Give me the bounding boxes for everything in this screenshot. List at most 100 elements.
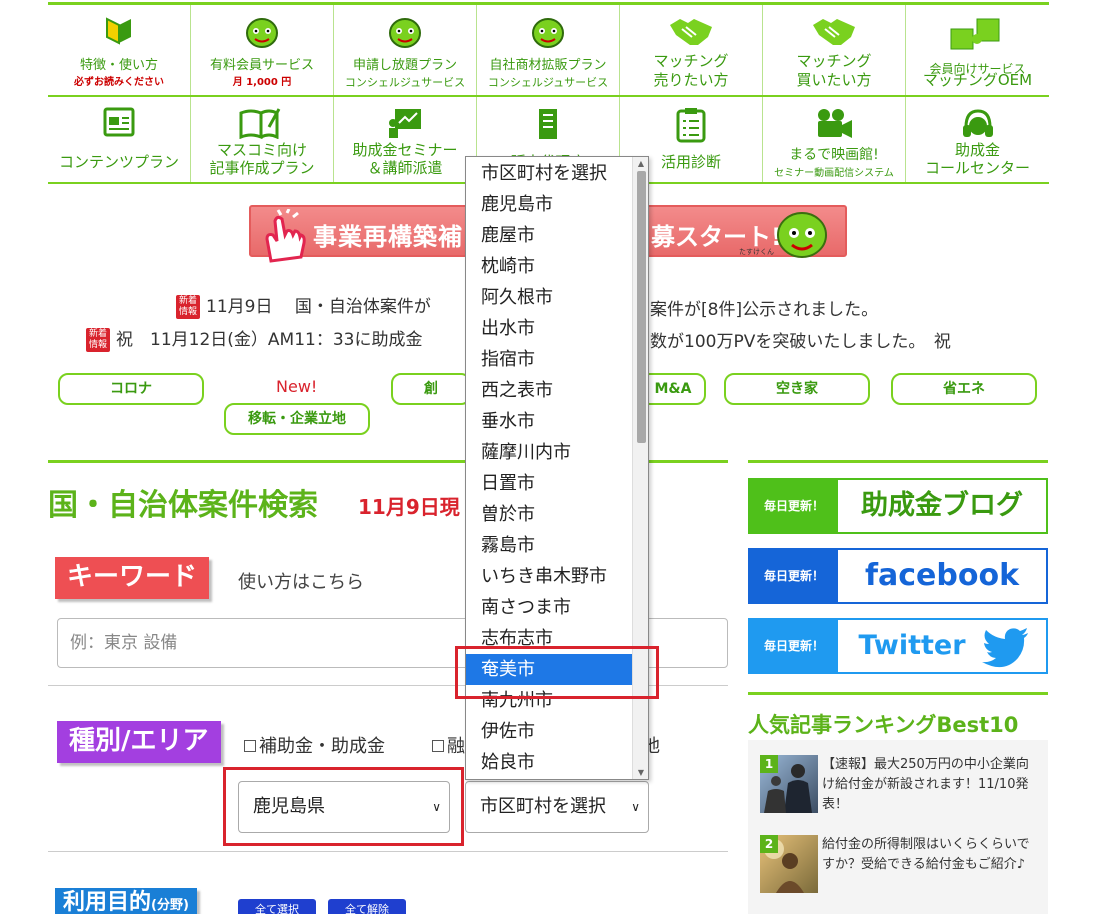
area-label: 種別/エリア xyxy=(57,721,221,763)
nav-item-sublabel: 売りたい方 xyxy=(653,71,729,89)
clipboard-icon xyxy=(676,107,706,147)
handshake-icon xyxy=(811,15,857,53)
checkbox-subsidy-label: 補助金・助成金 xyxy=(259,736,385,757)
nav-item-label: 申請し放題プラン xyxy=(352,58,457,73)
building-icon xyxy=(536,107,560,145)
daily-update-label: 毎日更新！ xyxy=(750,620,838,672)
blog-label: 助成金ブログ xyxy=(861,490,1023,521)
nav-item-1-6[interactable]: マッチング 買いたい方 xyxy=(763,5,906,95)
content-icon xyxy=(103,107,135,141)
nav-item-label: マスコミ向け xyxy=(216,141,307,159)
ranking-text: 給付金の所得制限はいくらくらいですか？受給できる給付金もご紹介♪ xyxy=(822,837,1030,872)
tag-relocation[interactable]: 移転・企業立地 xyxy=(224,403,370,435)
nav-item-sublabel: コンシェルジュサービス xyxy=(487,76,609,89)
twitter-button[interactable]: 毎日更新！ Twitter xyxy=(748,618,1048,674)
news-item-2-left: 祝 11月12日(金）AM11：33に助成金 xyxy=(116,330,423,350)
dropdown-option[interactable]: 曽於市 xyxy=(466,499,632,530)
checkbox-box[interactable] xyxy=(432,740,444,752)
ranking-text: 【速報】最大250万円の中小企業向け給付金が新設されます！11/10発表！ xyxy=(822,757,1029,812)
ranking-list: 1 【速報】最大250万円の中小企業向け給付金が新設されます！11/10発表！ … xyxy=(748,740,1048,914)
daily-update-label: 毎日更新！ xyxy=(750,550,838,602)
nav-item-2-6[interactable]: まるで映画館! セミナー動画配信システム xyxy=(763,97,906,182)
scroll-up-icon[interactable]: ▲ xyxy=(633,159,648,168)
deselect-all-button[interactable]: 全て解除 xyxy=(328,899,406,914)
checkbox-subsidy[interactable]: 補助金・助成金 xyxy=(244,732,385,758)
nav-item-label: 自社商材拡販プラン xyxy=(489,58,607,73)
howto-link[interactable]: 使い方はこちら xyxy=(238,568,364,594)
nav-item-2-3[interactable]: 助成金セミナー ＆講師派遣 xyxy=(334,97,477,182)
news-item-1-left: 11月9日 国・自治体案件が xyxy=(206,297,431,317)
dropdown-option[interactable]: 西之表市 xyxy=(466,375,632,406)
checkbox-box[interactable] xyxy=(244,740,256,752)
twitter-bird-icon xyxy=(982,628,1030,672)
tag-ma[interactable]: M&A xyxy=(640,373,706,405)
scrollbar-thumb[interactable] xyxy=(637,171,646,443)
divider xyxy=(48,851,728,852)
pointing-hand-icon xyxy=(257,208,313,269)
dropdown-option[interactable]: 霧島市 xyxy=(466,530,632,561)
nav-item-label: 特徴・使い方 xyxy=(79,58,158,73)
news-item-2-tail: 数が100万PVを突破いたしました。 祝 xyxy=(650,332,951,352)
nav-item-sublabel: セミナー動画配信システム xyxy=(774,168,894,179)
tag-energy-saving[interactable]: 省エネ xyxy=(891,373,1037,405)
dropdown-option[interactable]: 出水市 xyxy=(466,313,632,344)
dropdown-option[interactable]: 阿久根市 xyxy=(466,282,632,313)
news-item-1-tail: 案件が[8件]公示されました。 xyxy=(650,300,879,320)
dropdown-option[interactable]: 指宿市 xyxy=(466,344,632,375)
dropdown-option[interactable]: 南さつま市 xyxy=(466,592,632,623)
tag-corona[interactable]: コロナ xyxy=(58,373,204,405)
dropdown-option[interactable]: 鹿屋市 xyxy=(466,220,632,251)
mascot-icon xyxy=(766,203,836,267)
purpose-label-sub: (分野) xyxy=(151,898,189,913)
nav-item-label: 有料会員サービス xyxy=(209,58,314,73)
dropdown-option[interactable]: 垂水市 xyxy=(466,406,632,437)
dropdown-option[interactable]: 市区町村を選択 xyxy=(466,158,632,189)
nav-item-sublabel: 月 1,000 円 xyxy=(232,77,292,88)
nav-item-1-2[interactable]: 有料会員サービス月 1,000 円 xyxy=(191,5,334,95)
ranking-title: 人気記事ランキングBest10 xyxy=(748,713,1019,737)
nav-item-sublabel: ＆講師派遣 xyxy=(367,159,443,177)
scroll-down-icon[interactable]: ▼ xyxy=(633,768,648,777)
dropdown-option[interactable]: いちき串木野市 xyxy=(466,561,632,592)
city-select[interactable]: 市区町村を選択 ∨ xyxy=(465,781,649,833)
nav-item-2-1[interactable]: コンテンツプラン xyxy=(48,97,191,182)
beginner-mark-icon xyxy=(105,15,133,49)
facebook-button[interactable]: 毎日更新！ facebook xyxy=(748,548,1048,604)
video-camera-icon xyxy=(814,107,854,145)
checkbox-loan[interactable]: 融 xyxy=(432,732,465,758)
highlight-frame xyxy=(223,767,464,846)
tag-vacant-house[interactable]: 空き家 xyxy=(724,373,870,405)
puzzle-icon xyxy=(947,15,1009,59)
nav-item-2-7[interactable]: 助成金 コールセンター xyxy=(906,97,1049,182)
news-item-1[interactable]: 新着 情報 11月9日 国・自治体案件が xyxy=(176,292,431,319)
blog-button[interactable]: 毎日更新！ 助成金ブログ xyxy=(748,478,1048,534)
banner-text-left: 事業再構築補 xyxy=(313,223,463,251)
purpose-label: 利用目的(分野) xyxy=(55,888,197,914)
dropdown-option[interactable]: 薩摩川内市 xyxy=(466,437,632,468)
nav-item-sublabel: コールセンター xyxy=(924,159,1030,177)
city-value: 市区町村を選択 xyxy=(480,796,606,817)
highlight-frame xyxy=(455,646,659,699)
nav-item-label: コンテンツプラン xyxy=(58,153,179,171)
nav-item-1-1[interactable]: 特徴・使い方 必ずお読みください xyxy=(48,5,191,95)
dropdown-option[interactable]: 姶良市 xyxy=(466,747,632,778)
dropdown-option[interactable]: 伊佐市 xyxy=(466,716,632,747)
tag-startup[interactable]: 創 xyxy=(391,373,471,405)
nav-item-1-3[interactable]: 申請し放題プラン コンシェルジュサービス xyxy=(334,5,477,95)
nav-item-1-4[interactable]: 自社商材拡販プラン コンシェルジュサービス xyxy=(477,5,620,95)
divider xyxy=(748,692,1048,695)
page-date: 11月9日現 xyxy=(358,495,460,519)
dropdown-option[interactable]: 鹿児島市 xyxy=(466,189,632,220)
nav-item-label: まるで映画館! xyxy=(789,147,879,163)
checkbox-loan-label: 融 xyxy=(447,736,465,757)
nav-item-sublabel: マッチングOEM xyxy=(922,71,1033,89)
select-all-button[interactable]: 全て選択 xyxy=(238,899,316,914)
nav-item-2-2[interactable]: マスコミ向け 記事作成プラン xyxy=(191,97,334,182)
nav-item-sublabel: 記事作成プラン xyxy=(209,159,315,177)
nav-item-1-7[interactable]: 会員向けサービス マッチングOEM xyxy=(906,5,1049,95)
nav-item-1-5[interactable]: マッチング 売りたい方 xyxy=(620,5,763,95)
dropdown-option[interactable]: 枕崎市 xyxy=(466,251,632,282)
dropdown-option[interactable]: 日置市 xyxy=(466,468,632,499)
news-item-2[interactable]: 新着 情報祝 11月12日(金）AM11：33に助成金 xyxy=(86,325,422,352)
handshake-icon xyxy=(668,15,714,53)
